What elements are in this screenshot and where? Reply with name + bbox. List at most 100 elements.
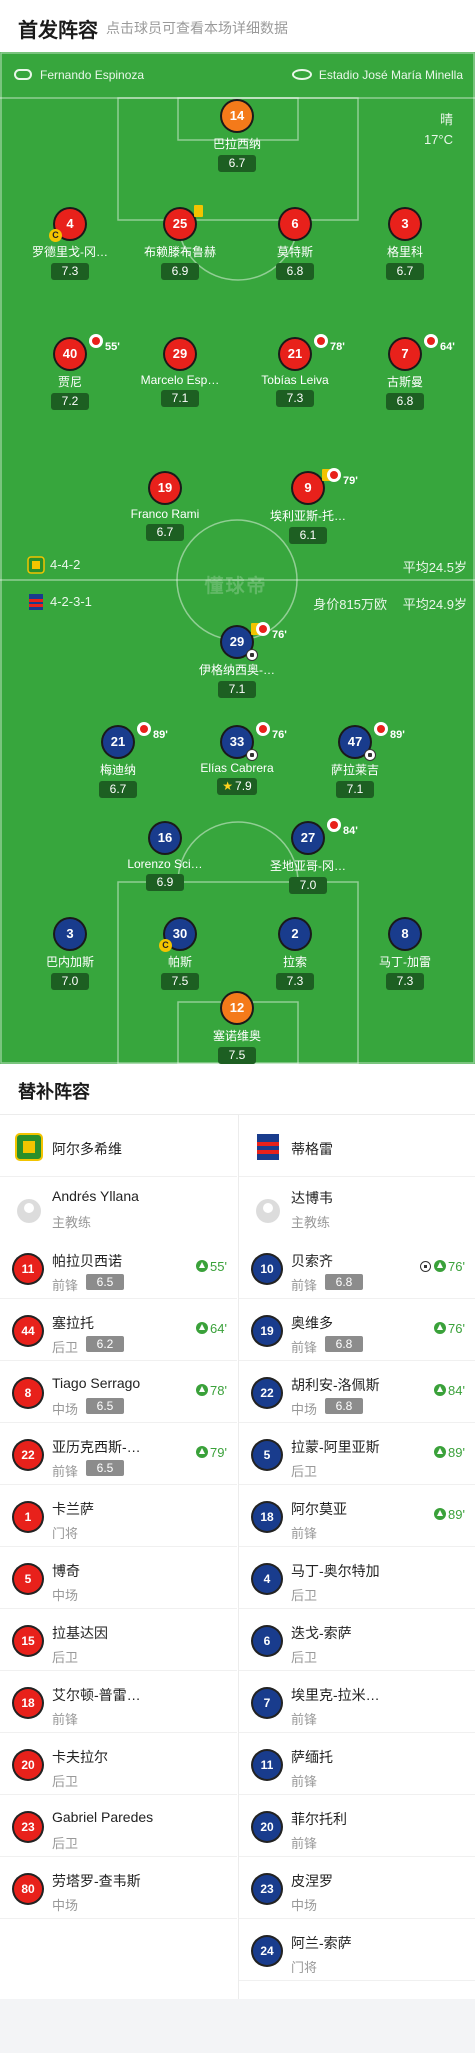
player-name: Marcelo Esp… <box>140 373 220 387</box>
substitute-row[interactable]: 15 拉基达因 后卫 <box>0 1609 237 1671</box>
rating-value: 6.9 <box>156 875 174 889</box>
player-marker[interactable]: 12 塞诺维奥 7.5 <box>177 993 297 1064</box>
home-avg-age: 平均24.5岁 <box>402 560 467 575</box>
sub-on-time: 78' <box>196 1383 227 1398</box>
rating-value: 7.2 <box>61 394 79 408</box>
sub-number: 23 <box>253 1875 281 1903</box>
player-marker[interactable]: 8 马丁-加雷 7.3 <box>345 919 465 990</box>
player-number: 2 <box>280 919 310 949</box>
player-name: Franco Rami <box>130 507 200 521</box>
substitute-row[interactable]: 18 阿尔莫亚 前锋 89' <box>239 1485 475 1547</box>
substitute-row[interactable]: 18 艾尔顿-普雷… 前锋 <box>0 1671 237 1733</box>
home-team-header[interactable]: 阿尔多希维 <box>0 1115 237 1177</box>
substitute-row[interactable]: 20 卡夫拉尔 后卫 <box>0 1733 237 1795</box>
stadium-name: Estadio José María Minella <box>318 68 463 82</box>
goal-ball-icon <box>246 649 258 661</box>
away-team-header[interactable]: 蒂格雷 <box>239 1115 475 1177</box>
substitute-row[interactable]: 23 Gabriel Paredes 后卫 <box>0 1795 237 1857</box>
rating-value: 6.8 <box>286 264 304 278</box>
substitute-row[interactable]: 1 卡兰萨 门将 <box>0 1485 237 1547</box>
player-marker[interactable]: 30 C 帕斯 7.5 <box>120 919 240 990</box>
substitute-row[interactable]: 8 Tiago Serrago 中场 6.5 78' <box>0 1361 237 1423</box>
player-name: 萨拉莱吉 <box>330 763 379 777</box>
player-name: 帕斯 <box>167 955 192 969</box>
player-rating: 7.2 <box>51 393 89 410</box>
player-marker[interactable]: 19 Franco Rami 6.7 <box>105 473 225 541</box>
sub-number: 15 <box>14 1627 42 1655</box>
substitute-row[interactable]: 5 博奇 中场 <box>0 1547 237 1609</box>
sub-name: Tiago Serrago <box>52 1375 141 1391</box>
substitute-row[interactable]: 22 亚历克西斯-… 前锋 6.5 79' <box>0 1423 237 1485</box>
substitute-row[interactable]: 20 菲尔托利 前锋 <box>239 1795 475 1857</box>
away-formation: 4-2-3-1 <box>50 594 92 609</box>
player-marker[interactable]: 29 76' 伊格纳西奥-… 7.1 <box>177 622 297 698</box>
sub-on-minute: 64' <box>210 1321 227 1336</box>
sub-number: 11 <box>253 1751 281 1779</box>
substitute-row[interactable]: 11 萨缅托 前锋 <box>239 1733 475 1795</box>
player-number: 3 <box>55 919 85 949</box>
sub-off-icon <box>424 334 438 348</box>
sub-name: 菲尔托利 <box>291 1811 347 1827</box>
player-number: 19 <box>150 473 180 503</box>
rating-value: 7.3 <box>61 264 79 278</box>
player-marker[interactable]: 3 巴内加斯 7.0 <box>10 919 130 990</box>
sub-off-icon <box>89 334 103 348</box>
player-rating: 6.7 <box>99 781 137 798</box>
player-marker[interactable]: 2 拉索 7.3 <box>235 919 355 990</box>
substitute-row[interactable]: 10 贝索齐 前锋 6.8 76' <box>239 1237 475 1299</box>
player-marker[interactable]: 29 Marcelo Esp… 7.1 <box>120 339 240 407</box>
player-marker[interactable]: 21 89' 梅迪纳 6.7 <box>58 722 178 798</box>
sub-number: 5 <box>14 1565 42 1593</box>
player-marker[interactable]: 16 Lorenzo Sci… 6.9 <box>105 823 225 891</box>
lineup-page: 首发阵容 点击球员可查看本场详细数据 Fernando Espinoza Est… <box>0 0 475 2053</box>
substitute-row[interactable]: 4 马丁-奥尔特加 后卫 <box>239 1547 475 1609</box>
weather-info: 晴 17°C <box>424 110 453 150</box>
player-marker[interactable]: 7 64' 古斯曼 6.8 <box>345 334 465 410</box>
substitute-row[interactable]: 11 帕拉贝西诺 前锋 6.5 55' <box>0 1237 237 1299</box>
player-marker[interactable]: 3 格里科 6.7 <box>345 209 465 280</box>
player-marker[interactable]: 47 89' 萨拉莱吉 7.1 <box>295 722 415 798</box>
player-marker[interactable]: 14 巴拉西纳 6.7 <box>177 101 297 172</box>
player-rating: 7.1 <box>218 681 256 698</box>
player-marker[interactable]: 40 55' 贾尼 7.2 <box>10 334 130 410</box>
away-team-logo-icon <box>29 594 43 610</box>
substitute-row[interactable]: 5 拉蒙-阿里亚斯 后卫 89' <box>239 1423 475 1485</box>
substitute-row[interactable]: 44 塞拉托 后卫 6.2 64' <box>0 1299 237 1361</box>
substitute-row[interactable]: 6 迭戈-索萨 后卫 <box>239 1609 475 1671</box>
sub-position: 中场 <box>52 1588 79 1603</box>
substitute-row[interactable]: 19 奥维多 前锋 6.8 76' <box>239 1299 475 1361</box>
away-coach-role: 主教练 <box>291 1215 331 1230</box>
home-sub-list: 11 帕拉贝西诺 前锋 6.5 55' 44 塞拉托 后卫 6.2 64' 8 Tiago Serra… <box>0 1237 237 1919</box>
sub-on-icon <box>434 1384 447 1396</box>
page-subtitle: 点击球员可查看本场详细数据 <box>106 20 288 36</box>
player-marker[interactable]: 6 莫特斯 6.8 <box>235 209 355 280</box>
player-marker[interactable]: 27 84' 圣地亚哥-冈… 7.0 <box>248 818 368 894</box>
home-coach[interactable]: Andrés Yllana 主教练 <box>0 1177 237 1237</box>
player-number: 21 78' <box>280 334 345 369</box>
player-rating: 6.7 <box>386 263 424 280</box>
player-marker[interactable]: 21 78' Tobías Leiva 7.3 <box>235 334 355 407</box>
bench-section: 替补阵容 阿尔多希维 Andrés Yllana 主教练 11 帕拉贝西诺 前锋 6.… <box>0 1064 475 1999</box>
substitute-row[interactable]: 80 劳塔罗-查韦斯 中场 <box>0 1857 237 1919</box>
player-marker[interactable]: 9 79' 埃利亚斯-托… 6.1 <box>248 468 368 544</box>
rating-value: 7.0 <box>299 878 317 892</box>
sub-on-minute: 84' <box>448 1383 465 1398</box>
rating-value: 7.3 <box>286 974 304 988</box>
sub-minute: 89' <box>390 729 405 741</box>
substitute-row[interactable]: 22 胡利安-洛佩斯 中场 6.8 84' <box>239 1361 475 1423</box>
sub-number: 4 <box>253 1565 281 1593</box>
stadium[interactable]: Estadio José María Minella <box>291 68 463 82</box>
substitute-row[interactable]: 7 埃里克-拉米… 前锋 <box>239 1671 475 1733</box>
page-title: 首发阵容 <box>18 20 98 42</box>
referee[interactable]: Fernando Espinoza <box>14 68 144 82</box>
sub-number: 8 <box>14 1379 42 1407</box>
substitute-row[interactable]: 23 皮涅罗 中场 <box>239 1857 475 1919</box>
player-marker[interactable]: 25 布赖滕布鲁赫 6.9 <box>120 205 240 280</box>
player-marker[interactable]: 33 76' Elías Cabrera ★ 7.9 <box>177 722 297 795</box>
player-marker[interactable]: 4 C 罗德里戈-冈… 7.3 <box>10 209 130 280</box>
sub-number: 18 <box>253 1503 281 1531</box>
sub-name: 卡兰萨 <box>52 1501 94 1517</box>
substitute-row[interactable]: 24 阿兰-索萨 门将 <box>239 1919 475 1981</box>
player-rating: 7.3 <box>51 263 89 280</box>
away-coach[interactable]: 达博韦 主教练 <box>239 1177 475 1237</box>
